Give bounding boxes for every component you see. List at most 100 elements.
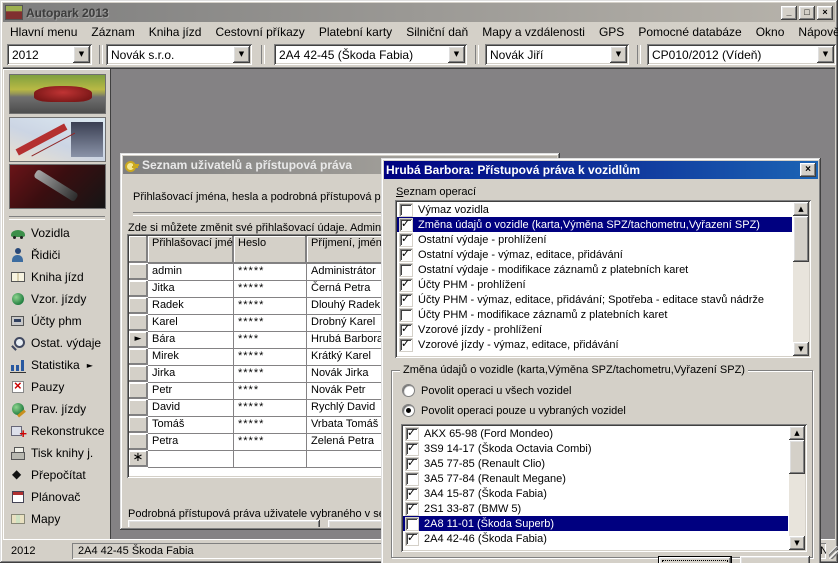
ok-button[interactable]: OK: [658, 556, 732, 563]
chevron-down-icon[interactable]: ▼: [73, 46, 90, 63]
cell-password[interactable]: *****: [234, 315, 307, 332]
vehicle-combobox[interactable]: 2A4 42-45 (Škoda Fabia) ▼: [274, 44, 467, 65]
sidebar-item[interactable]: Vzor. jízdy: [7, 288, 109, 310]
row-selector[interactable]: ►: [129, 332, 148, 348]
row-selector[interactable]: [129, 298, 148, 314]
cell-password[interactable]: [234, 451, 307, 468]
vehicle-item[interactable]: 3S9 14-17 (Škoda Octavia Combi): [403, 441, 788, 456]
cell-password[interactable]: *****: [234, 400, 307, 417]
menu-item[interactable]: Záznam: [84, 23, 141, 41]
checkbox[interactable]: [399, 248, 413, 262]
checkbox[interactable]: [399, 338, 413, 352]
cancel-button[interactable]: Storno: [740, 556, 810, 563]
checkbox[interactable]: [405, 457, 419, 471]
vehicle-item[interactable]: 2A8 11-01 (Škoda Superb): [403, 516, 788, 531]
checkbox[interactable]: [399, 233, 413, 247]
sidebar-item[interactable]: Mapy: [7, 508, 109, 530]
row-selector[interactable]: ∗: [129, 451, 148, 467]
trip-order-combobox[interactable]: CP010/2012 (Vídeň) ▼: [647, 44, 836, 65]
operation-item[interactable]: Ostatní výdaje - výmaz, editace, přidává…: [397, 247, 792, 262]
checkbox[interactable]: [405, 442, 419, 456]
sidebar-item[interactable]: Statistika ►: [7, 354, 109, 376]
general-rights-button[interactable]: Obecná přístupová práva: [128, 520, 320, 527]
operation-item[interactable]: Ostatní výdaje - modifikace záznamů z pl…: [397, 262, 792, 277]
checkbox[interactable]: [399, 263, 413, 277]
checkbox[interactable]: [399, 218, 413, 232]
row-selector[interactable]: [129, 281, 148, 297]
sidebar-item[interactable]: Prav. jízdy: [7, 398, 109, 420]
operation-item[interactable]: Ostatní výdaje - prohlížení: [397, 232, 792, 247]
radio-all-vehicles[interactable]: Povolit operaci u všech vozidel: [402, 384, 571, 397]
cell-password[interactable]: *****: [234, 264, 307, 281]
scroll-up-icon[interactable]: ▲: [789, 426, 805, 440]
chevron-down-icon[interactable]: ▼: [817, 46, 834, 63]
checkbox[interactable]: [405, 517, 419, 531]
checkbox[interactable]: [405, 487, 419, 501]
checkbox[interactable]: [405, 427, 419, 441]
minimize-button[interactable]: _: [781, 6, 797, 20]
column-header-login[interactable]: Přihlašovací jméno: [148, 236, 234, 264]
checkbox[interactable]: [405, 532, 419, 546]
cell-login[interactable]: Bára: [148, 332, 234, 349]
cell-password[interactable]: ****: [234, 332, 307, 349]
vehicle-item[interactable]: 3A4 15-87 (Škoda Fabia): [403, 486, 788, 501]
year-combobox[interactable]: 2012 ▼: [7, 44, 92, 65]
sidebar-item[interactable]: Ostat. výdaje: [7, 332, 109, 354]
row-selector[interactable]: [129, 383, 148, 399]
radio-selected-vehicles[interactable]: Povolit operaci pouze u vybraných vozide…: [402, 404, 626, 417]
operation-item[interactable]: Změna údajů o vozidle (karta,Výměna SPZ/…: [397, 217, 792, 232]
checkbox[interactable]: [399, 293, 413, 307]
checkbox[interactable]: [399, 203, 413, 217]
vehicle-item[interactable]: 3A5 77-84 (Renault Megane): [403, 471, 788, 486]
sidebar-item[interactable]: Rekonstrukce: [7, 420, 109, 442]
menu-item[interactable]: Hlavní menu: [3, 23, 84, 41]
cell-login[interactable]: Petra: [148, 434, 234, 451]
checkbox[interactable]: [399, 278, 413, 292]
row-selector[interactable]: [129, 264, 148, 280]
cell-login[interactable]: [148, 451, 234, 468]
chevron-down-icon[interactable]: ▼: [233, 46, 250, 63]
cell-login[interactable]: Jitka: [148, 281, 234, 298]
sidebar-item[interactable]: Plánovač: [7, 486, 109, 508]
checkbox[interactable]: [405, 472, 419, 486]
scroll-down-icon[interactable]: ▼: [793, 342, 809, 356]
driver-combobox[interactable]: Novák Jiří ▼: [485, 44, 629, 65]
cell-login[interactable]: Tomáš: [148, 417, 234, 434]
checkbox[interactable]: [399, 308, 413, 322]
radio-icon[interactable]: [402, 384, 415, 397]
scroll-down-icon[interactable]: ▼: [789, 536, 805, 550]
menu-item[interactable]: Mapy a vzdálenosti: [475, 23, 592, 41]
cell-login[interactable]: Karel: [148, 315, 234, 332]
menu-item[interactable]: Silniční daň: [399, 23, 475, 41]
row-selector[interactable]: [129, 417, 148, 433]
row-selector[interactable]: [129, 315, 148, 331]
menu-item[interactable]: Pomocné databáze: [631, 23, 748, 41]
column-header-password[interactable]: Heslo: [234, 236, 307, 264]
checkbox[interactable]: [399, 323, 413, 337]
scroll-up-icon[interactable]: ▲: [793, 202, 809, 216]
sidebar-item[interactable]: Tisk knihy j.: [7, 442, 109, 464]
cell-login[interactable]: Jirka: [148, 366, 234, 383]
scrollbar-thumb[interactable]: [793, 216, 809, 262]
vehicle-item[interactable]: 3A5 77-85 (Renault Clio): [403, 456, 788, 471]
sidebar-item[interactable]: Účty phm: [7, 310, 109, 332]
sidebar-item[interactable]: Kniha jízd: [7, 266, 109, 288]
cell-password[interactable]: *****: [234, 281, 307, 298]
cell-password[interactable]: *****: [234, 366, 307, 383]
checkbox[interactable]: [405, 502, 419, 516]
operation-item[interactable]: Vzorové jízdy - prohlížení: [397, 322, 792, 337]
cell-login[interactable]: admin: [148, 264, 234, 281]
close-button[interactable]: ×: [817, 6, 833, 20]
vehicles-scrollbar[interactable]: ▲ ▼: [789, 426, 805, 550]
row-selector[interactable]: [129, 400, 148, 416]
vehicle-item[interactable]: 2A4 42-46 (Škoda Fabia): [403, 531, 788, 546]
company-combobox[interactable]: Novák s.r.o. ▼: [106, 44, 252, 65]
row-selector[interactable]: [129, 349, 148, 365]
chevron-down-icon[interactable]: ▼: [610, 46, 627, 63]
operation-item[interactable]: Účty PHM - prohlížení: [397, 277, 792, 292]
menu-item[interactable]: Kniha jízd: [142, 23, 209, 41]
menu-item[interactable]: Platební karty: [312, 23, 399, 41]
row-selector[interactable]: [129, 434, 148, 450]
menu-item[interactable]: GPS: [592, 23, 631, 41]
sidebar-item[interactable]: Řidiči: [7, 244, 109, 266]
